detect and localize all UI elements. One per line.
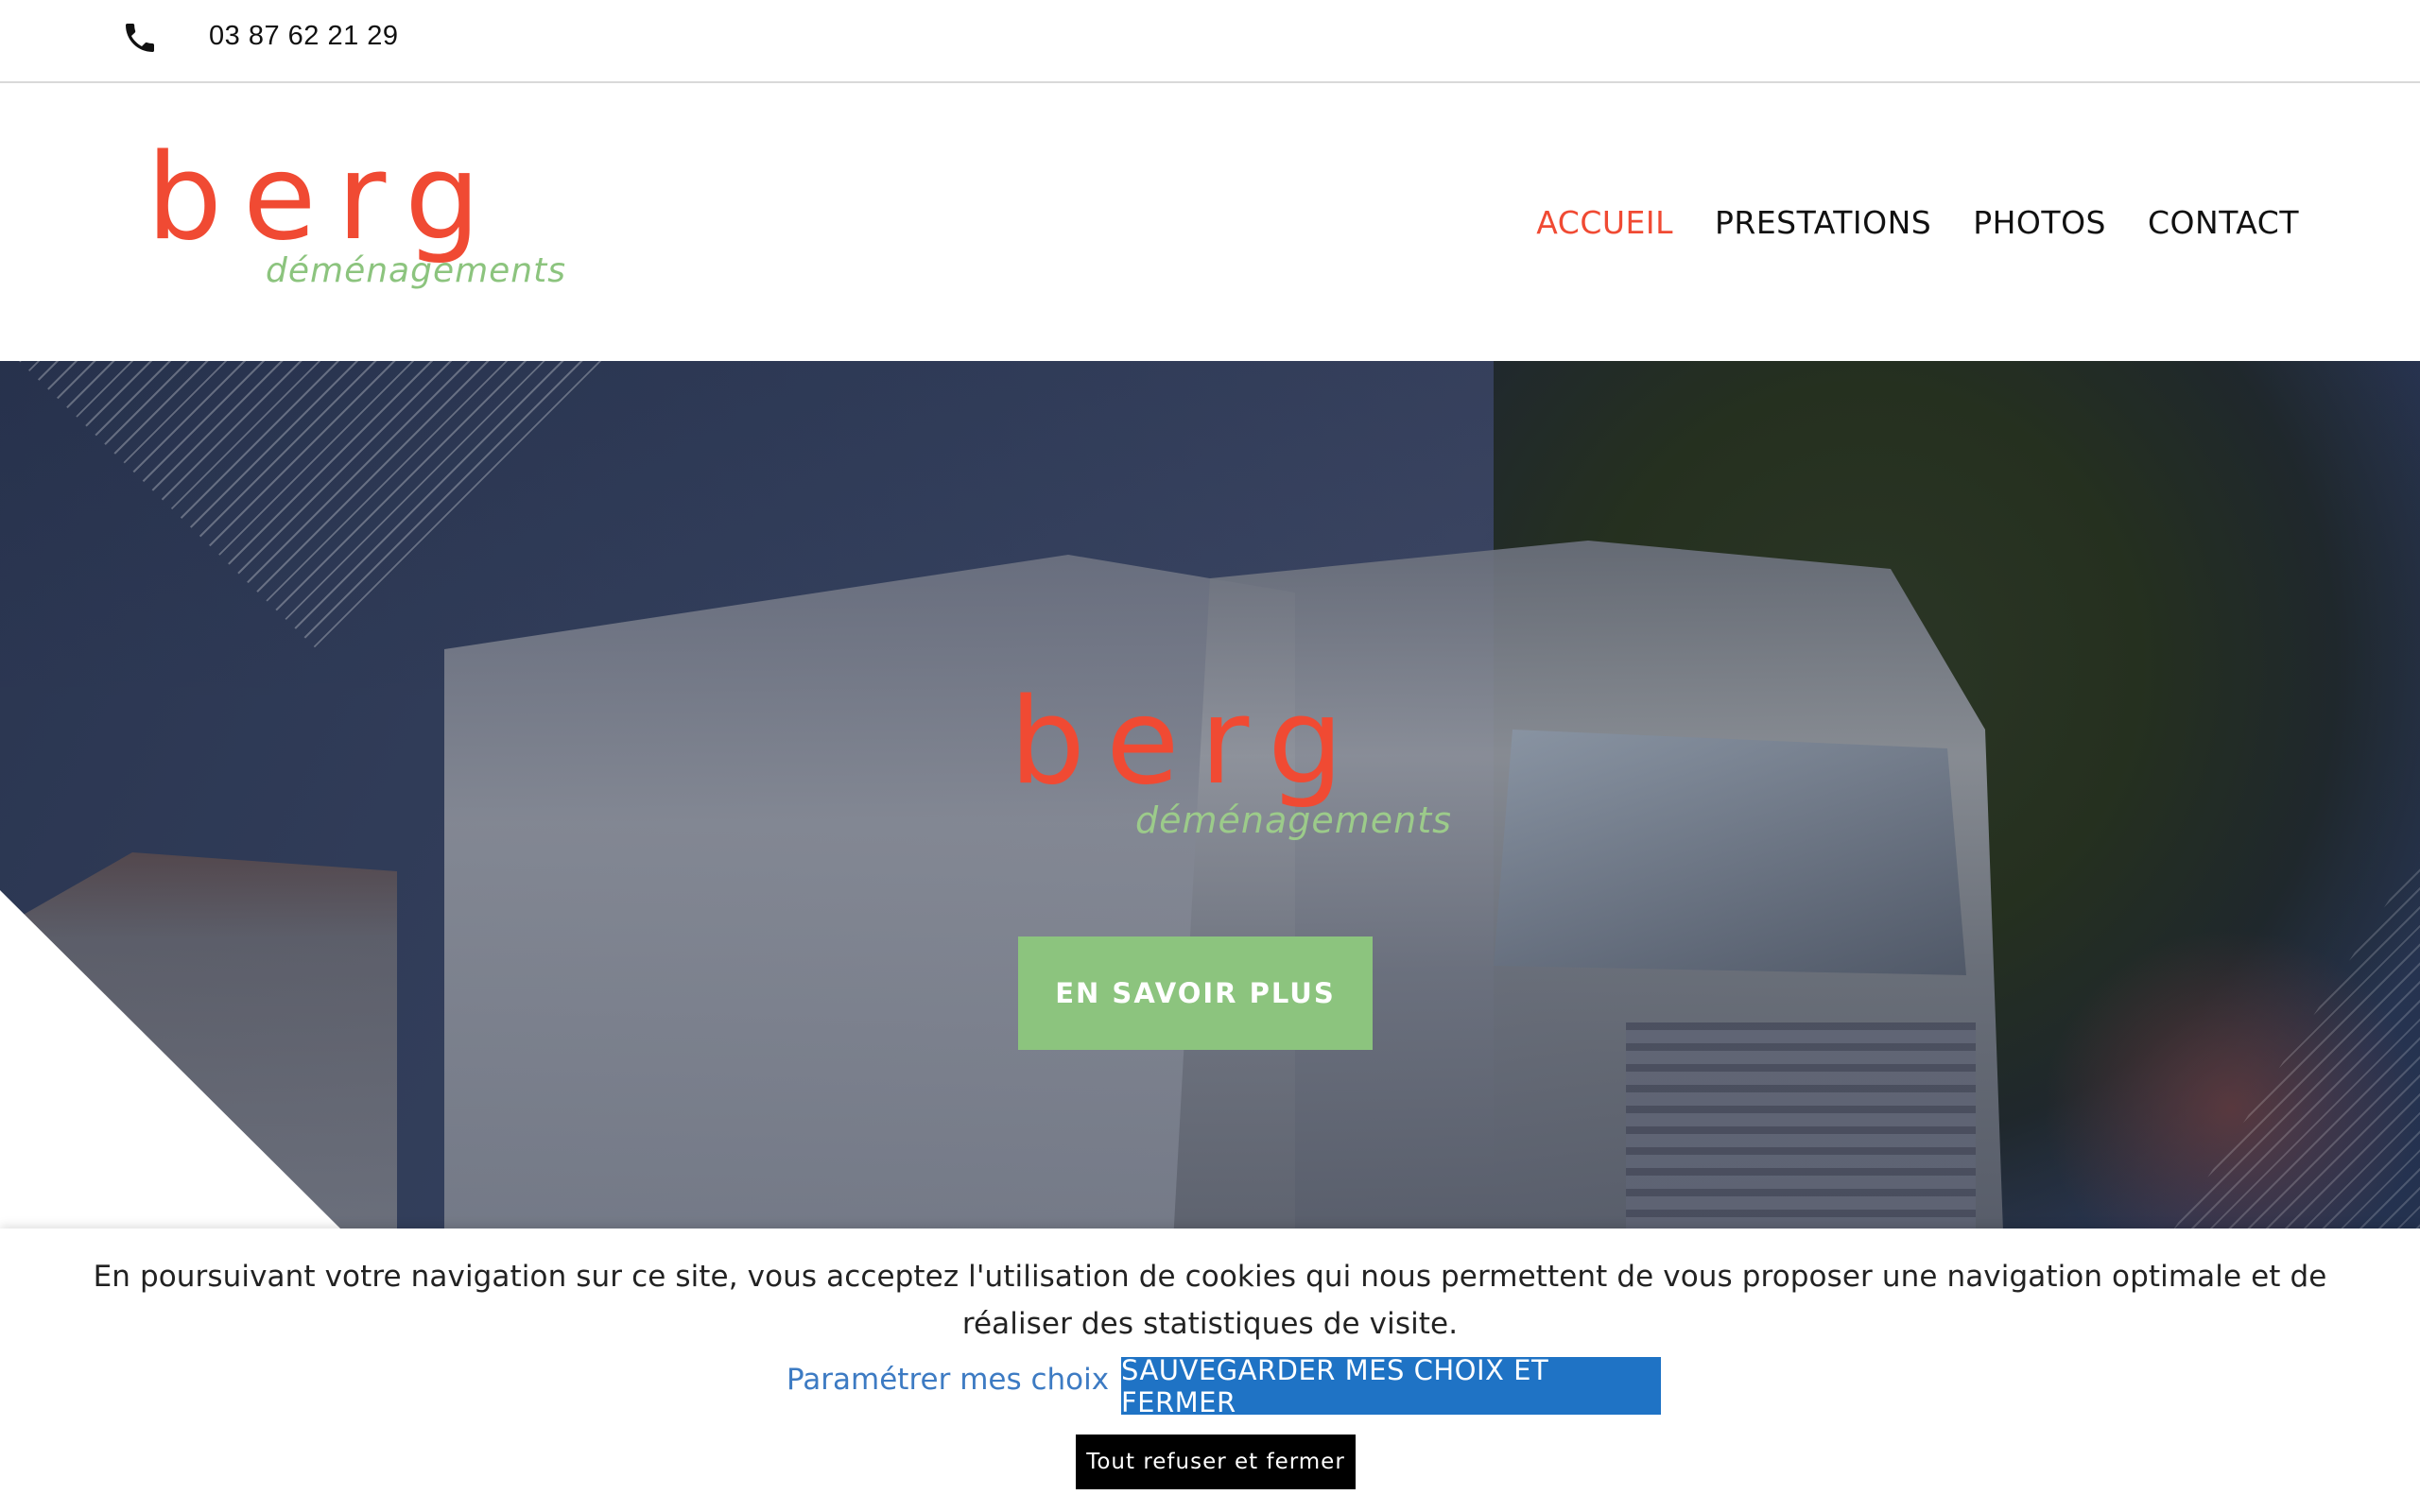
cookie-message: En poursuivant votre navigation sur ce s… bbox=[93, 1260, 2327, 1341]
phone-icon bbox=[126, 24, 154, 52]
hero-banner: berg déménagements EN SAVOIR PLUS bbox=[0, 361, 2420, 1228]
hero-logo-tagline: déménagements bbox=[1135, 799, 1452, 841]
site-logo[interactable]: berg déménagements bbox=[147, 128, 565, 308]
nav-item-prestations[interactable]: PRESTATIONS bbox=[1715, 204, 1931, 241]
cookie-refuse-button[interactable]: Tout refuser et fermer bbox=[1076, 1435, 1356, 1489]
logo-tagline: déménagements bbox=[266, 251, 566, 290]
cookie-save-button[interactable]: SAUVEGARDER MES CHOIX ET FERMER bbox=[1121, 1354, 1661, 1418]
hero-logo-brand: berg bbox=[1010, 672, 1365, 811]
hero-truck-windshield bbox=[1494, 730, 1966, 975]
nav-item-photos[interactable]: PHOTOS bbox=[1973, 204, 2106, 241]
site-header: berg déménagements ACCUEIL PRESTATIONS P… bbox=[0, 83, 2420, 361]
nav-item-accueil[interactable]: ACCUEIL bbox=[1536, 204, 1673, 241]
logo-brand: berg bbox=[147, 128, 502, 266]
hero-stripes-decoration bbox=[19, 361, 605, 654]
cookie-banner: En poursuivant votre navigation sur ce s… bbox=[0, 1228, 2420, 1512]
cookie-settings-link[interactable]: Paramétrer mes choix bbox=[786, 1363, 1109, 1397]
en-savoir-plus-button[interactable]: EN SAVOIR PLUS bbox=[1018, 936, 1373, 1050]
top-bar: 03 87 62 21 29 bbox=[0, 0, 2420, 83]
main-nav: ACCUEIL PRESTATIONS PHOTOS CONTACT bbox=[1536, 204, 2299, 241]
hero-logo: berg déménagements bbox=[1010, 682, 1463, 909]
phone-number[interactable]: 03 87 62 21 29 bbox=[209, 21, 399, 52]
hero-truck-grille bbox=[1626, 1022, 1976, 1228]
nav-item-contact[interactable]: CONTACT bbox=[2148, 204, 2299, 241]
